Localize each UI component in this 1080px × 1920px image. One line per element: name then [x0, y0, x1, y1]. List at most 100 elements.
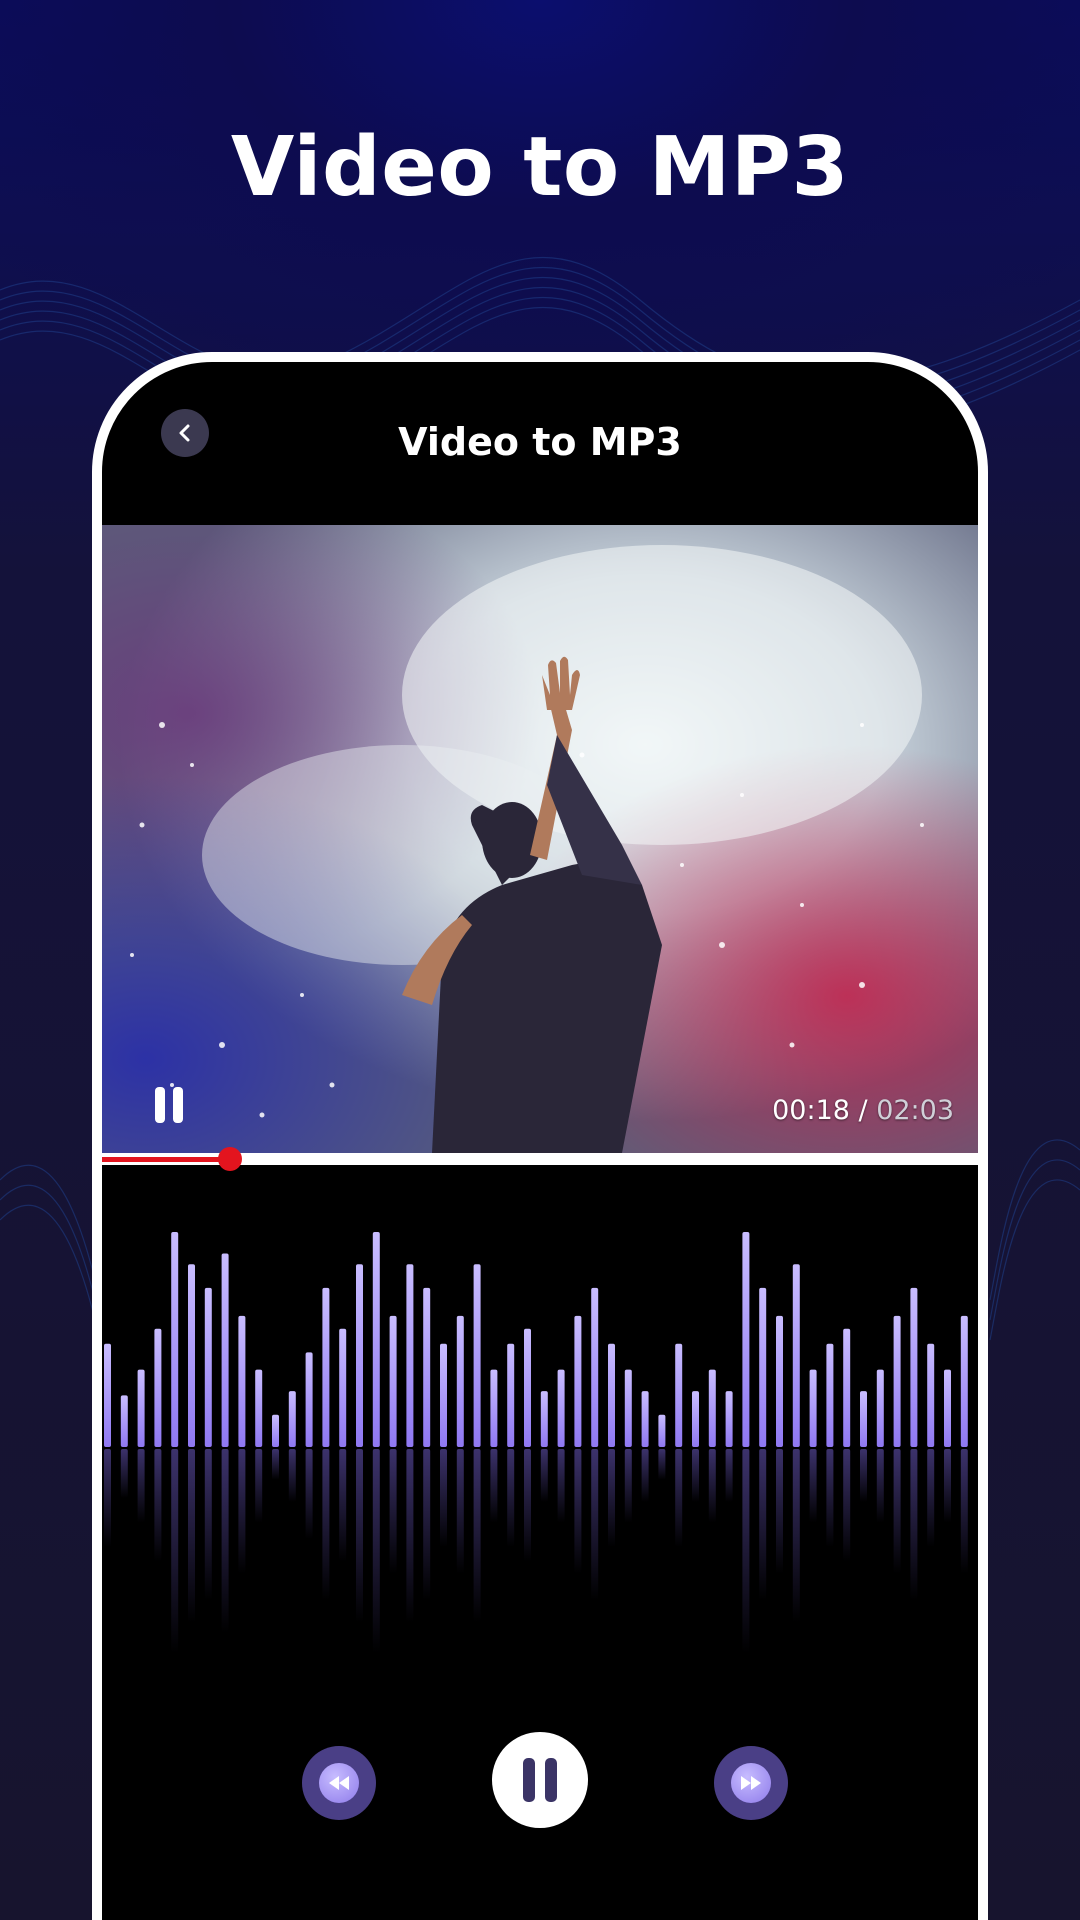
- playback-controls: [102, 1732, 978, 1852]
- waveform-bar: [792, 1264, 800, 1447]
- waveform-bar: [675, 1343, 683, 1447]
- waveform-bar: [708, 1369, 716, 1447]
- waveform-bar-reflection: [456, 1449, 464, 1574]
- waveform-bar: [540, 1391, 548, 1447]
- audio-waveform: [104, 1232, 968, 1654]
- waveform-bar: [171, 1232, 179, 1447]
- waveform-bar: [490, 1369, 498, 1447]
- waveform-bar-reflection: [675, 1449, 683, 1548]
- rewind-button[interactable]: [302, 1746, 376, 1820]
- waveform-bar: [221, 1253, 229, 1447]
- waveform-bar-reflection: [960, 1449, 968, 1574]
- waveform-bar-reflection: [137, 1449, 145, 1523]
- waveform-bar-reflection: [557, 1449, 565, 1523]
- waveform-bar-reflection: [641, 1449, 649, 1503]
- screen-title: Video to MP3: [398, 420, 682, 464]
- waveform-bar-reflection: [171, 1449, 179, 1654]
- waveform-bar-reflection: [238, 1449, 246, 1574]
- waveform-bar: [137, 1369, 145, 1447]
- waveform-bar: [893, 1315, 901, 1447]
- waveform-bar: [524, 1328, 531, 1447]
- app-top-bar: Video to MP3: [102, 362, 978, 524]
- rewind-icon: [329, 1776, 349, 1790]
- time-separator: /: [849, 1095, 877, 1126]
- waveform-bar: [557, 1369, 565, 1447]
- waveform-bar-reflection: [221, 1449, 229, 1633]
- waveform-bar: [440, 1343, 447, 1447]
- waveform-bar-reflection: [809, 1449, 817, 1523]
- playback-time: 00:18 / 02:03: [772, 1095, 954, 1126]
- waveform-bar: [120, 1395, 128, 1447]
- waveform-bar: [389, 1315, 397, 1447]
- waveform-bar-reflection: [708, 1449, 716, 1523]
- waveform-bar-reflection: [792, 1449, 800, 1623]
- waveform-bar-reflection: [305, 1449, 313, 1539]
- waveform-bar: [305, 1352, 313, 1447]
- waveform-bar-reflection: [423, 1449, 431, 1601]
- page-headline: Video to MP3: [230, 120, 850, 215]
- total-time: 02:03: [876, 1095, 954, 1126]
- waveform-bar-reflection: [742, 1449, 750, 1654]
- waveform-bar: [288, 1391, 296, 1447]
- waveform-bar-reflection: [843, 1449, 851, 1562]
- waveform-bar-reflection: [104, 1449, 111, 1548]
- waveform-bar: [944, 1369, 951, 1447]
- waveform-bar-reflection: [927, 1449, 935, 1548]
- waveform-bar-reflection: [288, 1449, 296, 1503]
- waveform-bar-reflection: [490, 1449, 498, 1523]
- waveform-bar: [204, 1287, 212, 1447]
- waveform-bar-reflection: [272, 1449, 279, 1480]
- waveform-bar-reflection: [658, 1449, 666, 1480]
- waveform-bar: [356, 1264, 363, 1447]
- waveform-bar: [507, 1343, 515, 1447]
- waveform-bar-reflection: [188, 1449, 195, 1623]
- waveform-bar: [272, 1414, 279, 1447]
- waveform-bar: [742, 1232, 750, 1447]
- waveform-bar: [238, 1315, 246, 1447]
- waveform-bar-reflection: [608, 1449, 615, 1548]
- video-preview[interactable]: 00:18 / 02:03: [102, 525, 978, 1153]
- waveform-bar-reflection: [524, 1449, 531, 1562]
- waveform-bar-reflection: [910, 1449, 918, 1601]
- waveform-bar: [255, 1369, 263, 1447]
- screen: Video to MP3 Video to MP3 00:18 / 02:03: [0, 0, 1080, 1920]
- waveform-bar: [725, 1391, 733, 1447]
- waveform-bar-reflection: [473, 1449, 481, 1623]
- waveform-bar: [692, 1391, 699, 1447]
- waveform-bar: [658, 1414, 666, 1447]
- waveform-bar: [776, 1315, 783, 1447]
- waveform-bar-reflection: [356, 1449, 363, 1623]
- video-pause-icon[interactable]: [152, 1085, 186, 1125]
- waveform-bar: [843, 1328, 851, 1447]
- waveform-bar-reflection: [692, 1449, 699, 1503]
- waveform-bar: [104, 1343, 111, 1447]
- waveform-bar-reflection: [624, 1449, 632, 1523]
- waveform-bar: [860, 1391, 867, 1447]
- waveform-bar: [826, 1343, 834, 1447]
- waveform-bar-reflection: [440, 1449, 447, 1548]
- waveform-bar: [624, 1369, 632, 1447]
- waveform-bar-reflection: [389, 1449, 397, 1574]
- seek-bar-handle[interactable]: [217, 1147, 242, 1171]
- waveform-bar-reflection: [759, 1449, 767, 1601]
- waveform-bar-reflection: [876, 1449, 884, 1523]
- waveform-bar: [591, 1287, 599, 1447]
- waveform-bar-reflection: [372, 1449, 380, 1654]
- video-thumbnail: [102, 525, 978, 1153]
- waveform-bar-reflection: [339, 1449, 347, 1562]
- waveform-bar: [960, 1315, 968, 1447]
- waveform-bar-reflection: [507, 1449, 515, 1548]
- waveform-bar-reflection: [725, 1449, 733, 1503]
- fast-forward-icon: [741, 1776, 761, 1790]
- waveform-bar: [456, 1315, 464, 1447]
- play-pause-button[interactable]: [492, 1732, 588, 1828]
- waveform-bar: [322, 1287, 330, 1447]
- waveform-bar-reflection: [574, 1449, 582, 1574]
- fast-forward-button[interactable]: [714, 1746, 788, 1820]
- waveform-bar: [574, 1315, 582, 1447]
- waveform-bar: [910, 1287, 918, 1447]
- waveform-bar: [406, 1264, 414, 1447]
- waveform-bar-reflection: [540, 1449, 548, 1503]
- seek-bar[interactable]: [102, 1147, 978, 1171]
- waveform-bar-reflection: [860, 1449, 867, 1503]
